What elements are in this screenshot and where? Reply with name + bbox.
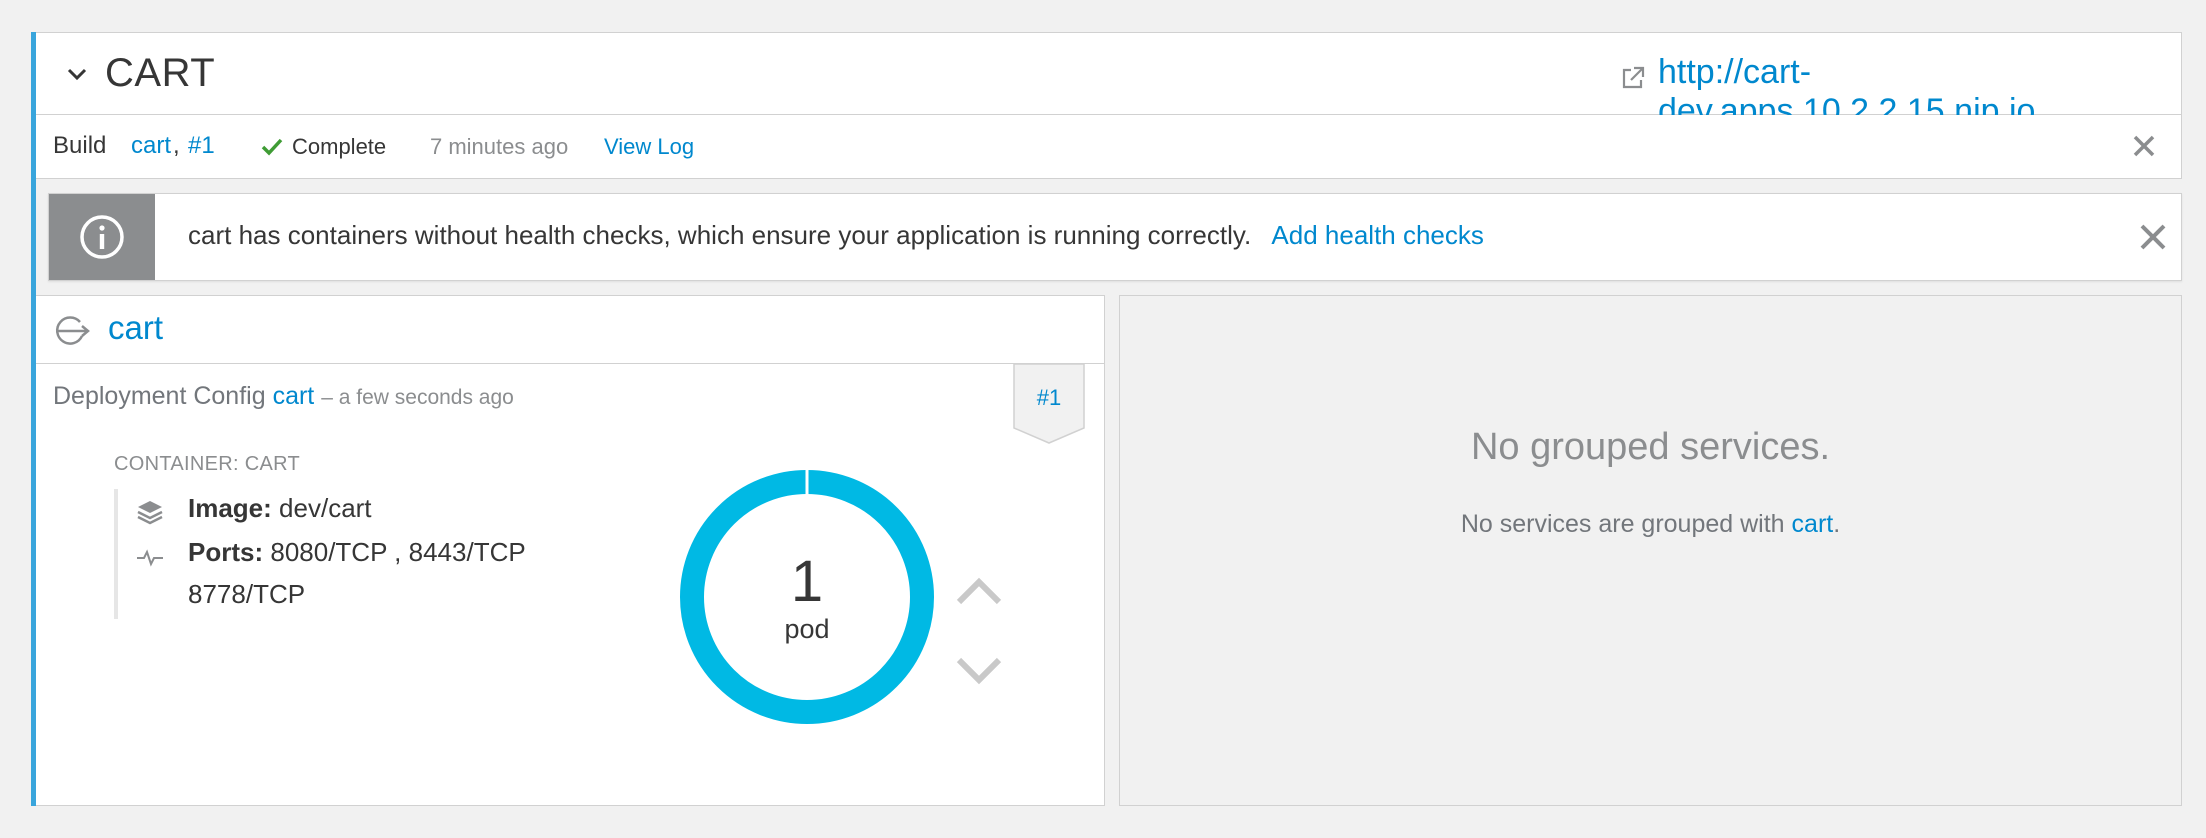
alert-message: cart has containers without health check… [188,220,1252,250]
image-value: dev/cart [279,493,372,523]
app-title: CART [105,51,216,95]
deployment-time: – a few seconds ago [321,386,514,409]
external-link-icon [1622,66,1645,89]
image-label: Image: [188,493,272,523]
build-number-link[interactable]: #1 [188,132,215,160]
no-services-title: No grouped services. [1470,426,1831,468]
no-services-message: No services are grouped with cart. [1120,510,2181,539]
build-status-bar: Build cart , #1 Complete 7 minutes ago V… [36,115,2182,179]
deployment-header: cart [36,296,1104,364]
alert-icon-box [49,194,155,280]
deployment-subtitle: Deployment Config cart – a few seconds a… [53,382,514,411]
services-cart-link[interactable]: cart [1792,510,1834,538]
deployment-config-icon [55,316,90,345]
ports-label: Ports: [188,537,264,567]
pod-label: pod [784,614,830,644]
container-spec: Image: dev/cart Ports: 8080/TCP , 8443/T… [114,489,534,619]
build-separator: , [173,132,180,159]
info-icon [80,215,124,259]
chevron-down-icon[interactable] [62,59,92,89]
scale-down-chevron-icon[interactable] [953,650,1005,690]
image-row: Image: dev/cart [188,493,372,524]
app-header: CART http://cart-dev.apps.10.2.2.15.nip.… [36,32,2182,130]
deployment-kind: Deployment Config [53,382,266,410]
close-icon[interactable] [2129,131,2159,161]
add-health-checks-link[interactable]: Add health checks [1271,220,1483,250]
close-icon[interactable] [2136,220,2170,254]
deployment-name-link[interactable]: cart [108,309,163,347]
ports-value-line2: 8778/TCP [188,579,306,609]
build-config-link[interactable]: cart [131,132,171,160]
deployment-config-link[interactable]: cart [273,382,315,410]
build-status: Complete [292,134,387,159]
view-log-link[interactable]: View Log [604,134,694,160]
revision-link[interactable]: #1 [1013,385,1085,411]
no-services-text: No services are grouped with [1460,510,1785,538]
health-check-alert: cart has containers without health check… [48,193,2182,281]
check-icon [261,138,283,156]
services-suffix: . [1833,510,1841,538]
grouped-services-panel: No grouped services. No services are gro… [1119,295,2182,806]
ports-pulse-icon [137,549,163,567]
scale-up-chevron-icon[interactable] [953,572,1005,612]
alert-message-line: cart has containers without health check… [188,220,1484,251]
pod-count: 1 [790,549,824,614]
container-label: CONTAINER: CART [114,453,300,475]
deployment-panel: cart Deployment Config cart – a few seco… [36,295,1105,806]
build-label: Build [53,132,107,159]
app-card: CART http://cart-dev.apps.10.2.2.15.nip.… [31,32,2182,806]
image-layers-icon [137,501,163,525]
build-time: 7 minutes ago [430,134,569,159]
